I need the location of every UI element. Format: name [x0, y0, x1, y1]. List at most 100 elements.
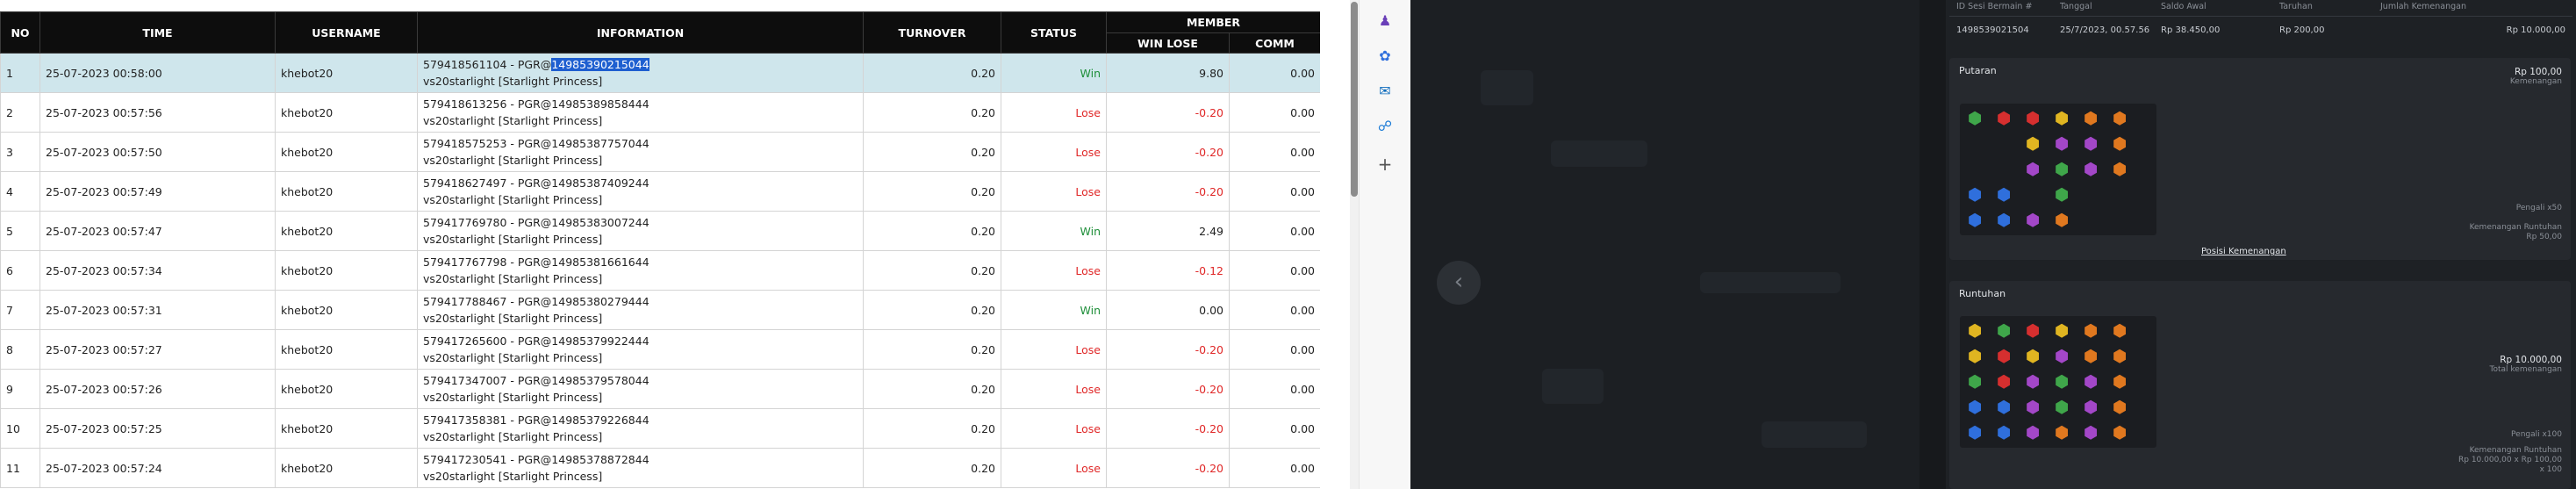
cell-username: khebot20	[275, 132, 418, 172]
table-row[interactable]: 5 25-07-2023 00:57:47 khebot20 579417769780…	[0, 211, 1320, 251]
info-transaction-id: 579417358381 - PGR@14985379226844	[423, 413, 649, 427]
orange-chalice-icon: ⬢	[2112, 160, 2128, 179]
info-line-2: vs20starlight [Starlight Princess]	[423, 233, 603, 246]
col-comm[interactable]: COMM	[1228, 32, 1320, 54]
table-scrollbar[interactable]	[1350, 0, 1359, 489]
col-information[interactable]: INFORMATION	[417, 11, 864, 54]
outlook-icon[interactable]: ✉	[1376, 83, 1394, 100]
cell-win-lose: 0.00	[1106, 290, 1230, 330]
cell-win-lose: -0.12	[1106, 250, 1230, 291]
green-gem-icon: ⬢	[1967, 372, 1983, 392]
col-time[interactable]: TIME	[39, 11, 276, 54]
info-transaction-id: 579417230541 - PGR@14985378872844	[423, 453, 649, 466]
cell-information: 579418613256 - PGR@14985389858444 vs20sta…	[417, 92, 864, 133]
info-line-1[interactable]: 579417230541 - PGR@14985378872844	[423, 451, 857, 468]
orange-chalice-icon: ⬢	[2112, 398, 2128, 417]
table-row[interactable]: 7 25-07-2023 00:57:31 khebot20 579417788467…	[0, 290, 1320, 330]
info-line-1[interactable]: 579417265600 - PGR@14985379922444	[423, 333, 857, 349]
cell-status: Lose	[1001, 250, 1107, 291]
orange-chalice-icon: ⬢	[2112, 109, 2128, 128]
table-row[interactable]: 11 25-07-2023 00:57:24 khebot20 57941723054…	[0, 448, 1320, 488]
table-row[interactable]: 9 25-07-2023 00:57:26 khebot20 579417347007…	[0, 369, 1320, 409]
info-line-1[interactable]: 579418561104 - PGR@14985390215044	[423, 56, 857, 73]
cell-username: khebot20	[275, 53, 418, 93]
add-icon[interactable]: +	[1376, 155, 1394, 173]
cell-win-lose: -0.20	[1106, 448, 1230, 488]
green-gem-icon: ⬢	[2054, 372, 2070, 392]
green-gem-icon: ⬢	[2054, 160, 2070, 179]
info-line-1[interactable]: 579418613256 - PGR@14985389858444	[423, 96, 857, 112]
detail-saldo: Rp 38.450,00	[2161, 25, 2221, 35]
col-no[interactable]: NO	[0, 11, 40, 54]
winning-position-link[interactable]: Posisi Kemenangan	[2201, 247, 2286, 256]
purple-gem-icon: ⬢	[2083, 423, 2099, 442]
cell-username: khebot20	[275, 448, 418, 488]
runtuhan-tumble-multiplier: x 100	[2539, 465, 2562, 474]
green-gem-icon: ⬢	[1967, 109, 1983, 128]
orange-chalice-icon: ⬢	[2083, 321, 2099, 341]
cell-time: 25-07-2023 00:57:56	[39, 92, 276, 133]
yellow-crown-icon: ⬢	[2025, 134, 2041, 154]
red-heart-icon: ⬢	[2025, 321, 2041, 341]
table-row[interactable]: 10 25-07-2023 00:57:25 khebot20 57941735838…	[0, 408, 1320, 449]
table-scroll-thumb[interactable]	[1351, 2, 1358, 197]
cell-win-lose: -0.20	[1106, 171, 1230, 212]
table-row[interactable]: 2 25-07-2023 00:57:56 khebot20 579418613256…	[0, 92, 1320, 133]
info-line-1[interactable]: 579417767798 - PGR@14985381661644	[423, 254, 857, 270]
col-username[interactable]: USERNAME	[275, 11, 418, 54]
info-line-1[interactable]: 579417358381 - PGR@14985379226844	[423, 412, 857, 428]
info-line-1[interactable]: 579418627497 - PGR@14985387409244	[423, 175, 857, 191]
orange-chalice-icon: ⬢	[2083, 347, 2099, 366]
table-row[interactable]: 6 25-07-2023 00:57:34 khebot20 579417767798…	[0, 250, 1320, 291]
info-line-1[interactable]: 579418575253 - PGR@14985387757044	[423, 135, 857, 152]
purple-gem-icon: ⬢	[2054, 347, 2070, 366]
blue-gem-icon: ⬢	[1967, 185, 1983, 205]
runtuhan-symbol-grid: ⬢ ⬢ ⬢ ⬢ ⬢ ⬢ ⬢ ⬢ ⬢ ⬢ ⬢ ⬢ ⬢ ⬢ ⬢ ⬢ ⬢ ⬢ ⬢ ⬢ ⬢ ⬢ ⬢ ⬢ ⬢ ⬢ ⬢ ⬢ ⬢ ⬢	[1960, 316, 2156, 448]
info-line-1[interactable]: 579417347007 - PGR@14985379578044	[423, 372, 857, 389]
detail-date: 25/7/2023, 00.57.56	[2060, 25, 2150, 35]
orange-chalice-icon: ⬢	[2112, 134, 2128, 154]
orange-chalice-icon: ⬢	[2112, 347, 2128, 366]
blue-gem-icon: ⬢	[1996, 185, 2012, 205]
cell-comm: 0.00	[1228, 132, 1320, 172]
shopping-icon[interactable]: ☍	[1376, 118, 1394, 135]
col-status[interactable]: STATUS	[1001, 11, 1107, 54]
col-win-lose[interactable]: WIN LOSE	[1106, 32, 1230, 54]
detail-id: 1498539021504	[1956, 25, 2029, 35]
table-row[interactable]: 3 25-07-2023 00:57:50 khebot20 579418575253…	[0, 132, 1320, 172]
cell-turnover: 0.20	[863, 369, 1001, 409]
col-turnover[interactable]: TURNOVER	[863, 11, 1001, 54]
cell-no: 6	[0, 250, 40, 291]
info-line-2: vs20starlight [Starlight Princess]	[423, 193, 603, 206]
prev-chevron-icon[interactable]: ‹	[1437, 261, 1481, 305]
cell-win-lose: -0.20	[1106, 329, 1230, 370]
cell-comm: 0.00	[1228, 92, 1320, 133]
info-transaction-id: 579417347007 - PGR@14985379578044	[423, 374, 649, 387]
info-transaction-id: 579417769780 - PGR@14985383007244	[423, 216, 649, 229]
table-row[interactable]: 8 25-07-2023 00:57:27 khebot20 579417265600…	[0, 329, 1320, 370]
dimmed-background	[1410, 0, 1919, 489]
info-line-1[interactable]: 579417788467 - PGR@14985380279444	[423, 293, 857, 310]
table-row[interactable]: 1 25-07-2023 00:58:00 khebot20 579418561104…	[0, 53, 1320, 93]
cell-no: 7	[0, 290, 40, 330]
cell-information: 579417767798 - PGR@14985381661644 vs20sta…	[417, 250, 864, 291]
person-icon[interactable]: ♟	[1376, 12, 1394, 30]
cell-username: khebot20	[275, 408, 418, 449]
info-transaction-id: 579418575253 - PGR@14985387757044	[423, 137, 649, 150]
cell-username: khebot20	[275, 211, 418, 251]
table-row[interactable]: 4 25-07-2023 00:57:49 khebot20 579418627497…	[0, 171, 1320, 212]
ghost-block	[1700, 272, 1841, 293]
purple-gem-icon: ⬢	[2025, 211, 2041, 230]
info-line-1[interactable]: 579417769780 - PGR@14985383007244	[423, 214, 857, 231]
browser-sidebar: ♟ ✿ ✉ ☍ +	[1359, 0, 1409, 489]
cell-username: khebot20	[275, 171, 418, 212]
copilot-icon[interactable]: ✿	[1376, 47, 1394, 65]
ghost-block	[1481, 70, 1533, 105]
info-line-2: vs20starlight [Starlight Princess]	[423, 430, 603, 443]
ghost-block	[1542, 369, 1604, 404]
bet-history-table: NO TIME USERNAME INFORMATION TURNOVER ST…	[0, 11, 1320, 488]
runtuhan-amount-label: Total kemenangan	[2489, 365, 2562, 374]
cell-no: 11	[0, 448, 40, 488]
cell-comm: 0.00	[1228, 211, 1320, 251]
cell-username: khebot20	[275, 250, 418, 291]
